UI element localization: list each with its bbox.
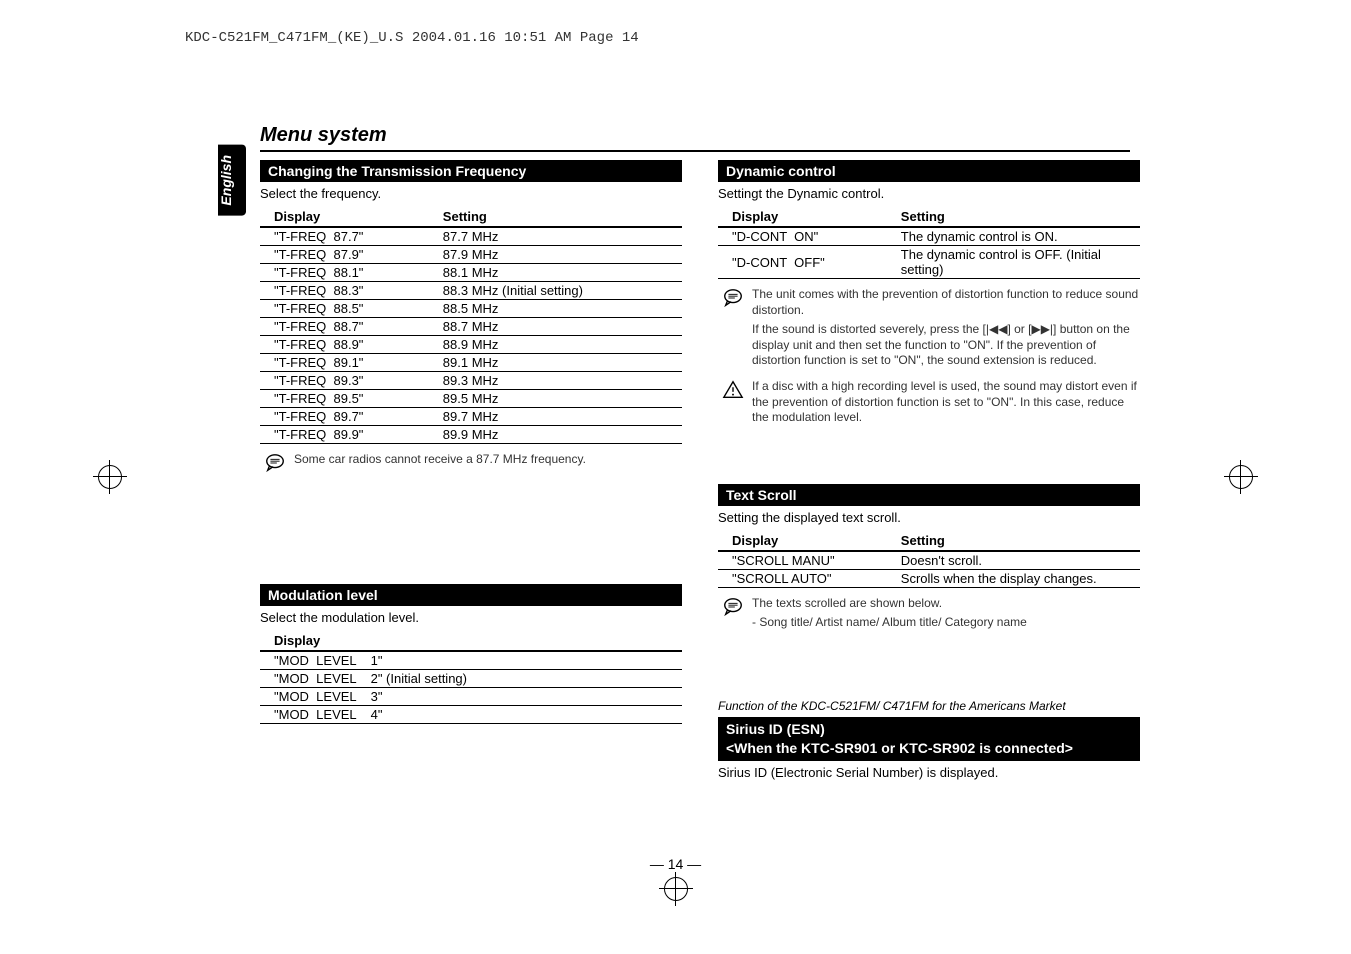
textscroll-header: Text Scroll bbox=[718, 484, 1140, 506]
table-row: "T-FREQ 89.3"89.3 MHz bbox=[260, 372, 682, 390]
th-setting: Setting bbox=[887, 531, 1140, 551]
table-row: "T-FREQ 88.3"88.3 MHz (Initial setting) bbox=[260, 282, 682, 300]
print-header: KDC-C521FM_C471FM_(KE)_U.S 2004.01.16 10… bbox=[185, 30, 639, 46]
table-row: "T-FREQ 89.9"89.9 MHz bbox=[260, 426, 682, 444]
modulation-header: Modulation level bbox=[260, 584, 682, 606]
table-row: "T-FREQ 89.7"89.7 MHz bbox=[260, 408, 682, 426]
table-row: "MOD LEVEL 3" bbox=[260, 688, 682, 706]
modulation-intro: Select the modulation level. bbox=[260, 610, 682, 625]
table-row: "T-FREQ 89.5"89.5 MHz bbox=[260, 390, 682, 408]
left-column: Changing the Transmission Frequency Sele… bbox=[260, 160, 682, 786]
table-row: "T-FREQ 87.9"87.9 MHz bbox=[260, 246, 682, 264]
table-row: "MOD LEVEL 1" bbox=[260, 651, 682, 670]
note-text: The unit comes with the prevention of di… bbox=[752, 287, 1140, 373]
dynamic-note: The unit comes with the prevention of di… bbox=[722, 287, 1140, 373]
note-text: The texts scrolled are shown below. - So… bbox=[752, 596, 1027, 635]
warning-icon bbox=[722, 379, 744, 401]
th-display: Display bbox=[260, 631, 682, 651]
table-row: "T-FREQ 87.7"87.7 MHz bbox=[260, 227, 682, 246]
dynamic-intro: Settingt the Dynamic control. bbox=[718, 186, 1140, 201]
table-row: "D-CONT OFF"The dynamic control is OFF. … bbox=[718, 246, 1140, 279]
right-column: Dynamic control Settingt the Dynamic con… bbox=[718, 160, 1140, 786]
textscroll-table: Display Setting "SCROLL MANU"Doesn't scr… bbox=[718, 531, 1140, 588]
sirius-header: Sirius ID (ESN) <When the KTC-SR901 or K… bbox=[718, 717, 1140, 761]
dynamic-warning: If a disc with a high recording level is… bbox=[722, 379, 1140, 430]
dynamic-table: Display Setting "D-CONT ON"The dynamic c… bbox=[718, 207, 1140, 279]
note-text: Some car radios cannot receive a 87.7 MH… bbox=[294, 452, 586, 472]
table-row: "T-FREQ 88.5"88.5 MHz bbox=[260, 300, 682, 318]
table-row: "MOD LEVEL 2" (Initial setting) bbox=[260, 670, 682, 688]
th-setting: Setting bbox=[429, 207, 682, 227]
th-display: Display bbox=[718, 207, 887, 227]
sirius-body: Sirius ID (Electronic Serial Number) is … bbox=[718, 765, 1140, 780]
th-setting: Setting bbox=[887, 207, 1140, 227]
dynamic-header: Dynamic control bbox=[718, 160, 1140, 182]
page-title: Menu system bbox=[260, 124, 387, 147]
transmission-note: Some car radios cannot receive a 87.7 MH… bbox=[264, 452, 682, 474]
crop-mark-right bbox=[1226, 462, 1256, 492]
note-icon bbox=[722, 596, 744, 618]
transmission-table: Display Setting "T-FREQ 87.7"87.7 MHz "T… bbox=[260, 207, 682, 444]
sirius-header-line2: <When the KTC-SR901 or KTC-SR902 is conn… bbox=[726, 739, 1132, 758]
sirius-header-line1: Sirius ID (ESN) bbox=[726, 720, 1132, 739]
table-row: "T-FREQ 89.1"89.1 MHz bbox=[260, 354, 682, 372]
title-underline bbox=[260, 150, 1130, 152]
table-row: "D-CONT ON"The dynamic control is ON. bbox=[718, 227, 1140, 246]
table-row: "SCROLL AUTO"Scrolls when the display ch… bbox=[718, 569, 1140, 587]
page-number: — 14 — bbox=[0, 856, 1351, 872]
textscroll-intro: Setting the displayed text scroll. bbox=[718, 510, 1140, 525]
language-tab: English bbox=[218, 145, 246, 216]
warning-text: If a disc with a high recording level is… bbox=[752, 379, 1140, 430]
table-row: "T-FREQ 88.9"88.9 MHz bbox=[260, 336, 682, 354]
crop-mark-bottom bbox=[661, 874, 691, 904]
transmission-intro: Select the frequency. bbox=[260, 186, 682, 201]
transmission-header: Changing the Transmission Frequency bbox=[260, 160, 682, 182]
sirius-market-note: Function of the KDC-C521FM/ C471FM for t… bbox=[718, 699, 1140, 713]
modulation-table: Display "MOD LEVEL 1" "MOD LEVEL 2" (Ini… bbox=[260, 631, 682, 724]
content-columns: Changing the Transmission Frequency Sele… bbox=[260, 160, 1140, 786]
table-row: "T-FREQ 88.1"88.1 MHz bbox=[260, 264, 682, 282]
th-display: Display bbox=[260, 207, 429, 227]
table-row: "MOD LEVEL 4" bbox=[260, 706, 682, 724]
note-icon bbox=[264, 452, 286, 474]
crop-mark-left bbox=[95, 462, 125, 492]
table-row: "SCROLL MANU"Doesn't scroll. bbox=[718, 551, 1140, 570]
table-row: "T-FREQ 88.7"88.7 MHz bbox=[260, 318, 682, 336]
th-display: Display bbox=[718, 531, 887, 551]
textscroll-note: The texts scrolled are shown below. - So… bbox=[722, 596, 1140, 635]
note-icon bbox=[722, 287, 744, 309]
